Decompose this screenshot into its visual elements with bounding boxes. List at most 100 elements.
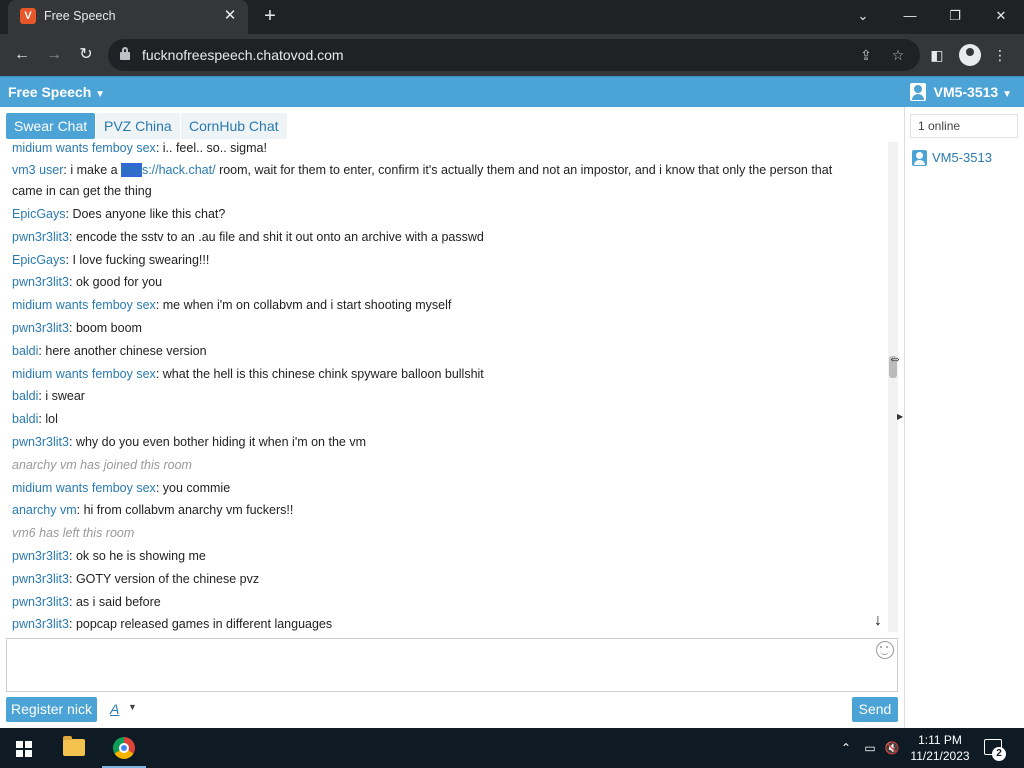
room-title-menu[interactable]: Free Speech ▼ xyxy=(8,84,105,100)
message-nick[interactable]: vm3 user xyxy=(12,163,63,177)
side-panel-icon[interactable]: ◧ xyxy=(925,43,949,67)
message-text: I love fucking swearing!!! xyxy=(72,253,210,267)
tab-search-icon[interactable]: ⌄ xyxy=(849,4,877,28)
forward-icon[interactable]: → xyxy=(42,43,66,67)
chat-message: midium wants femboy sex: me when i'm on … xyxy=(12,298,452,312)
scroll-to-bottom-icon[interactable]: ↓ xyxy=(874,612,886,630)
message-nick[interactable]: baldi xyxy=(12,344,38,358)
chat-message: baldi: i swear xyxy=(12,389,85,403)
message-nick[interactable]: EpicGays xyxy=(12,253,66,267)
message-scrollbar[interactable] xyxy=(888,142,898,632)
clock-date: 11/21/2023 xyxy=(910,749,970,763)
taskbar-clock[interactable]: 1:11 PM 11/21/2023 xyxy=(904,732,976,764)
tray-chevron-up-icon[interactable]: ⌃ xyxy=(838,740,854,756)
lock-icon xyxy=(120,47,130,60)
message-nick[interactable]: midium wants femboy sex xyxy=(12,298,156,312)
message-text: ok good for you xyxy=(75,275,163,289)
chat-message: baldi: here another chinese version xyxy=(12,344,207,358)
message-nick[interactable]: pwn3r3lit3 xyxy=(12,617,69,631)
message-nick[interactable]: baldi xyxy=(12,412,38,426)
message-text: i make a xyxy=(70,163,122,177)
file-explorer-button[interactable] xyxy=(52,728,96,768)
message-text: here another chinese version xyxy=(45,344,207,358)
chrome-taskbar-button[interactable] xyxy=(102,728,146,768)
address-bar[interactable]: fucknofreespeech.chatovod.com ⇪ ☆ xyxy=(108,39,920,71)
message-nick[interactable]: midium wants femboy sex xyxy=(12,142,156,155)
message-list: midium wants femboy sex: i.. feel.. so..… xyxy=(0,142,888,632)
chevron-down-icon: ▼ xyxy=(1002,89,1012,100)
smiley-icon[interactable] xyxy=(876,641,894,659)
chevron-down-icon[interactable]: ▼ xyxy=(128,702,137,712)
restore-icon[interactable]: ❐ xyxy=(941,4,969,28)
message-text: why do you even bother hiding it when i'… xyxy=(75,435,366,449)
message-nick[interactable]: pwn3r3lit3 xyxy=(12,275,69,289)
chat-message: midium wants femboy sex: you commie xyxy=(12,481,231,495)
chat-message: pwn3r3lit3: ok so he is showing me xyxy=(12,549,206,563)
tab-cornhub-chat[interactable]: CornHub Chat xyxy=(181,113,287,139)
room-title: Free Speech xyxy=(8,84,92,100)
minimize-icon[interactable]: — xyxy=(896,4,924,28)
new-tab-icon[interactable]: + xyxy=(258,5,282,29)
message-nick[interactable]: pwn3r3lit3 xyxy=(12,572,69,586)
chat-message: pwn3r3lit3: GOTY version of the chinese … xyxy=(12,572,260,586)
tab-title: Free Speech xyxy=(44,9,116,23)
message-nick[interactable]: EpicGays xyxy=(12,207,66,221)
chat-message: pwn3r3lit3: boom boom xyxy=(12,321,142,335)
message-link[interactable]: s://hack.chat/ xyxy=(142,163,216,177)
back-icon[interactable]: ← xyxy=(10,43,34,67)
username: VM5-3513 xyxy=(933,84,999,100)
message-nick[interactable]: midium wants femboy sex xyxy=(12,367,156,381)
folder-icon xyxy=(63,736,85,756)
message-nick[interactable]: pwn3r3lit3 xyxy=(12,230,69,244)
message-nick[interactable]: midium wants femboy sex xyxy=(12,481,156,495)
user-list-name: VM5-3513 xyxy=(932,150,992,165)
chat-message: anarchy vm: hi from collabvm anarchy vm … xyxy=(12,503,294,517)
chat-message: pwn3r3lit3: as i said before xyxy=(12,595,161,609)
close-window-icon[interactable]: ✕ xyxy=(987,4,1015,28)
message-nick[interactable]: pwn3r3lit3 xyxy=(12,549,69,563)
tab-swear-chat[interactable]: Swear Chat xyxy=(6,113,96,139)
menu-kebab-icon[interactable]: ⋮ xyxy=(988,43,1012,67)
message-nick[interactable]: pwn3r3lit3 xyxy=(12,321,69,335)
network-icon[interactable]: ▭ xyxy=(862,740,878,756)
windows-start-icon[interactable] xyxy=(16,741,32,757)
register-nick-button[interactable]: Register nick xyxy=(6,697,97,722)
chat-message: vm3 user: i make a https://hack.chat/ ro… xyxy=(12,163,833,198)
message-text: boom boom xyxy=(75,321,142,335)
share-icon[interactable]: ⇪ xyxy=(856,45,876,65)
message-text: as i said before xyxy=(75,595,161,609)
message-input[interactable] xyxy=(6,638,898,692)
chrome-icon xyxy=(113,737,135,759)
sidebar-toggle-icon[interactable]: ▶ xyxy=(897,412,903,422)
message-text: hi from collabvm anarchy vm fuckers!! xyxy=(83,503,294,517)
chat-header: Free Speech ▼ VM5-3513 ▼ xyxy=(0,76,1024,107)
notification-count-badge: 2 xyxy=(992,747,1006,761)
selected-text[interactable]: http xyxy=(121,163,142,177)
tab-close-icon[interactable]: ✕ xyxy=(220,6,240,26)
chat-message: midium wants femboy sex: i.. feel.. so..… xyxy=(12,142,267,155)
message-text: i swear xyxy=(45,389,85,403)
message-text: Does anyone like this chat? xyxy=(72,207,226,221)
message-nick[interactable]: anarchy vm xyxy=(12,503,77,517)
message-text: GOTY version of the chinese pvz xyxy=(75,572,260,586)
message-text: you commie xyxy=(162,481,231,495)
message-nick[interactable]: pwn3r3lit3 xyxy=(12,435,69,449)
reload-icon[interactable]: ↻ xyxy=(74,43,98,67)
chat-message: midium wants femboy sex: what the hell i… xyxy=(12,367,484,381)
send-button[interactable]: Send xyxy=(852,697,898,722)
user-sidebar xyxy=(904,107,1024,728)
user-list-item[interactable]: VM5-3513 xyxy=(912,149,1022,167)
tab-pvz-china[interactable]: PVZ China xyxy=(96,113,180,139)
font-style-button[interactable]: A xyxy=(110,701,119,717)
chat-message: EpicGays: Does anyone like this chat? xyxy=(12,207,226,221)
volume-muted-icon[interactable]: 🔇 xyxy=(884,740,900,756)
browser-tab[interactable]: V Free Speech ✕ xyxy=(8,0,248,34)
message-nick[interactable]: baldi xyxy=(12,389,38,403)
system-message: vm6 has left this room xyxy=(12,526,135,540)
user-menu[interactable]: VM5-3513 ▼ xyxy=(934,84,1012,100)
system-message: anarchy vm has joined this room xyxy=(12,458,192,472)
message-nick[interactable]: pwn3r3lit3 xyxy=(12,595,69,609)
bookmark-star-icon[interactable]: ☆ xyxy=(888,45,908,65)
chat-message: pwn3r3lit3: popcap released games in dif… xyxy=(12,617,333,631)
profile-avatar-icon[interactable] xyxy=(959,44,981,66)
